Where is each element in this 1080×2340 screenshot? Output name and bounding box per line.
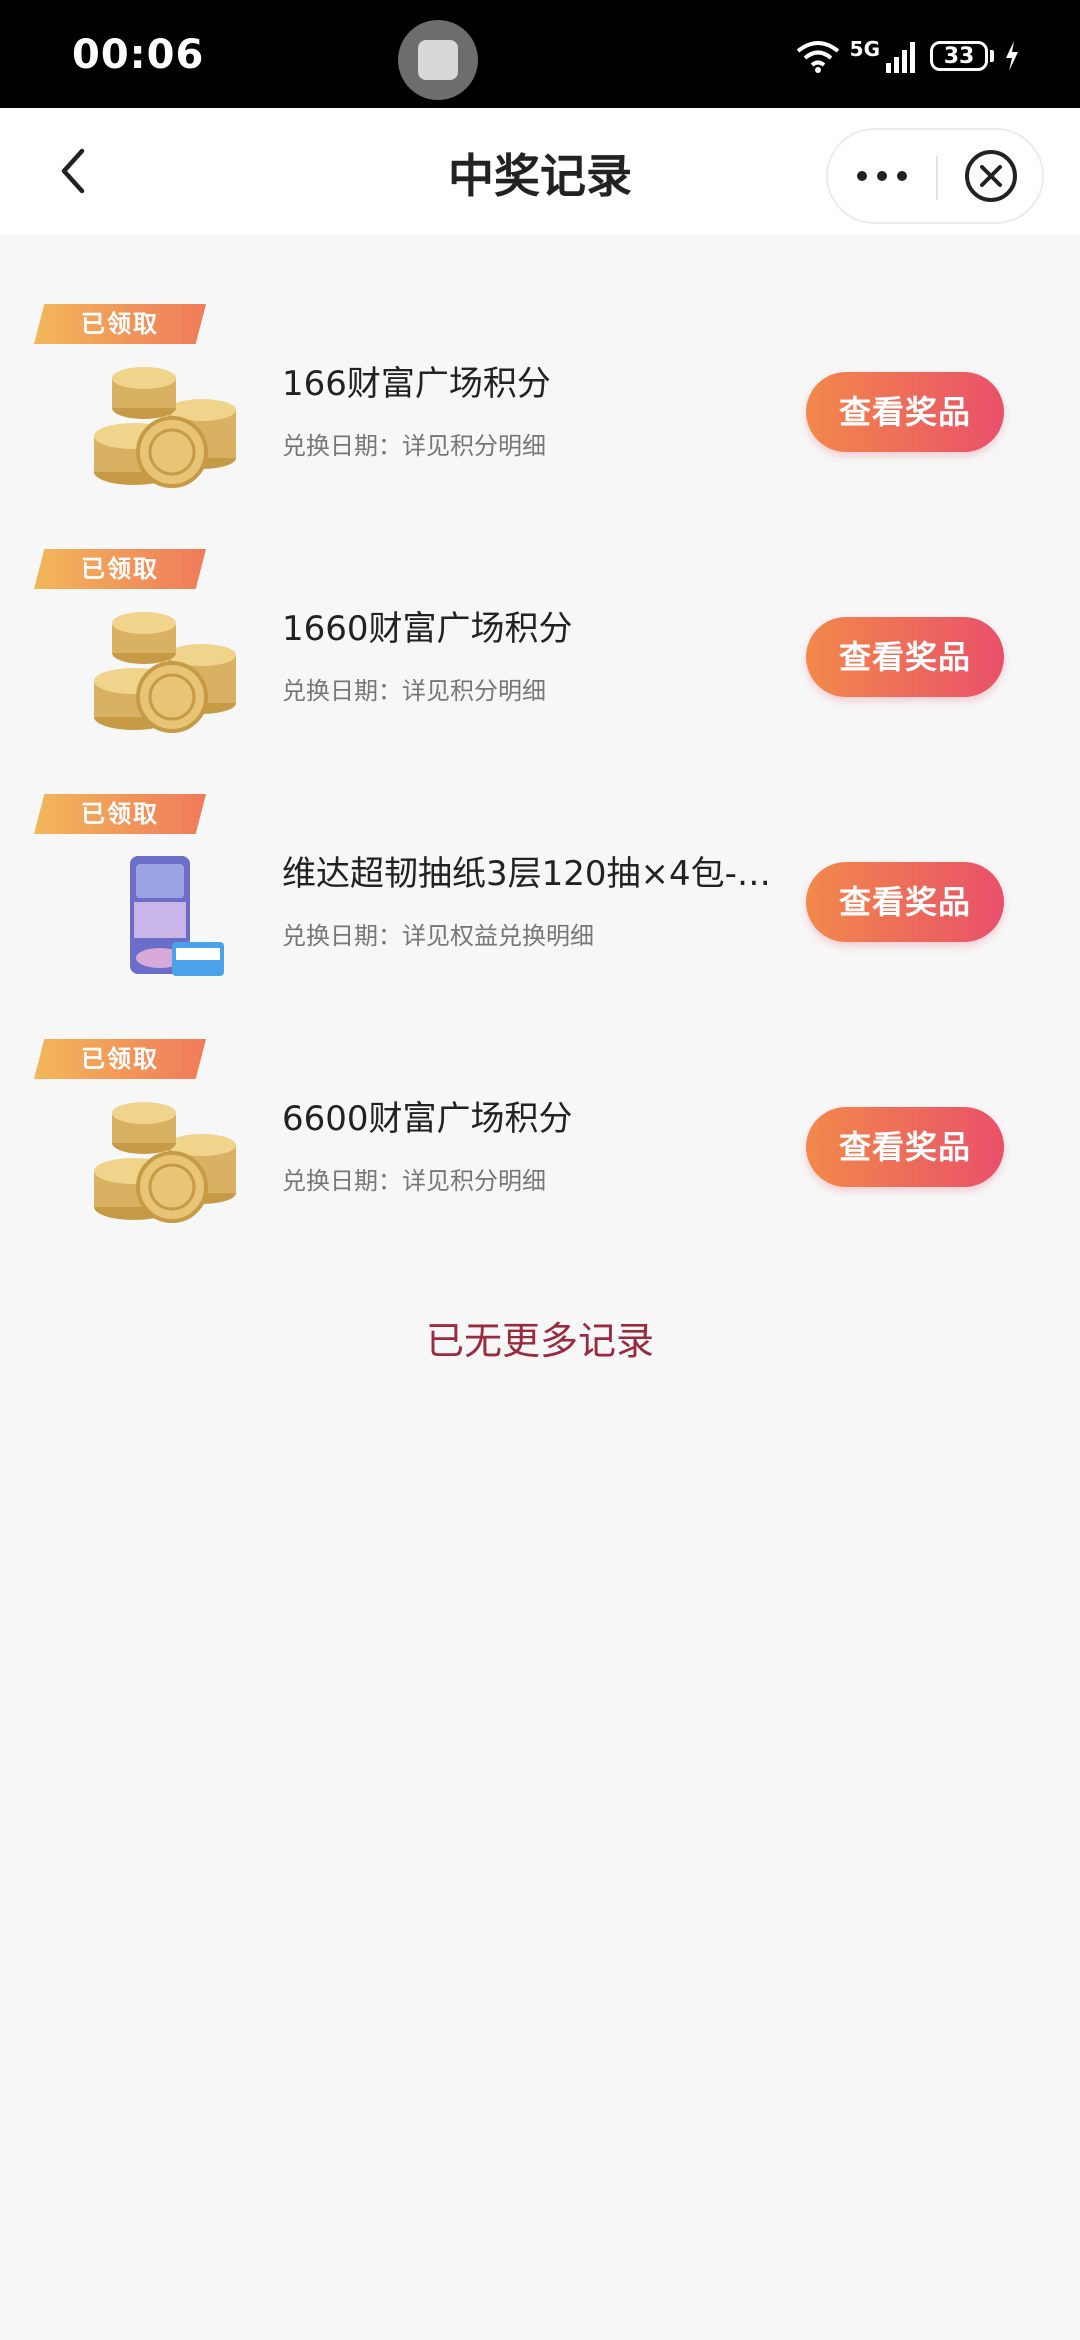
status-bar: 00:06 5G 33 bbox=[0, 0, 1080, 108]
prize-redeem-date: 兑换日期：详见权益兑换明细 bbox=[282, 922, 594, 950]
no-more-records-text: 已无更多记录 bbox=[425, 1319, 654, 1363]
status-indicators: 5G 33 bbox=[796, 36, 1020, 76]
record-item: 已领取 1660财富广场积分 兑换日期：详见积分明细 查看奖品 bbox=[0, 549, 1080, 769]
status-time: 00:06 bbox=[72, 32, 205, 78]
view-prize-button[interactable]: 查看奖品 bbox=[806, 1107, 1004, 1187]
charging-icon bbox=[1006, 41, 1018, 71]
battery-tip bbox=[990, 50, 994, 62]
claimed-badge: 已领取 bbox=[34, 549, 206, 589]
battery-level: 33 bbox=[943, 43, 975, 69]
gold-coins-image bbox=[94, 1102, 236, 1223]
claimed-badge: 已领取 bbox=[34, 1039, 206, 1079]
signal-icon bbox=[886, 42, 915, 73]
prize-redeem-date: 兑换日期：详见积分明细 bbox=[282, 677, 546, 705]
miniapp-capsule bbox=[826, 128, 1044, 224]
prize-title: 1660财富广场积分 bbox=[282, 609, 573, 649]
more-icon bbox=[857, 171, 867, 181]
prize-title: 6600财富广场积分 bbox=[282, 1099, 573, 1139]
view-prize-button[interactable]: 查看奖品 bbox=[806, 372, 1004, 452]
prize-redeem-date: 兑换日期：详见积分明细 bbox=[282, 1167, 546, 1195]
record-item: 已领取 维达超韧抽纸3层120抽×4包-券... 兑换日期：详见权益兑换明细 查… bbox=[0, 794, 1080, 1014]
prize-redeem-date: 兑换日期：详见积分明细 bbox=[282, 432, 546, 460]
claimed-badge: 已领取 bbox=[34, 794, 206, 834]
more-dot bbox=[877, 171, 887, 181]
more-button[interactable] bbox=[828, 130, 936, 222]
gold-coins-image bbox=[94, 612, 236, 733]
close-button[interactable] bbox=[938, 130, 1044, 222]
network-type: 5G bbox=[849, 37, 880, 61]
gold-coins-image bbox=[94, 367, 236, 488]
record-item: 已领取 6600财富广场积分 兑换日期：详见积分明细 查看奖品 bbox=[0, 1039, 1080, 1259]
record-item: 已领取 166财富广场积分 兑换日期：详见积分明细 查看奖品 bbox=[0, 304, 1080, 524]
prize-title: 维达超韧抽纸3层120抽×4包-券... bbox=[282, 854, 792, 894]
battery-icon: 33 bbox=[930, 41, 988, 71]
wifi-icon bbox=[796, 41, 839, 73]
prize-title: 166财富广场积分 bbox=[282, 364, 551, 404]
claimed-badge: 已领取 bbox=[34, 304, 206, 344]
floating-app-icon bbox=[398, 20, 478, 100]
more-dot bbox=[897, 171, 907, 181]
close-circle-icon bbox=[965, 150, 1017, 202]
nav-header: 中奖记录 bbox=[0, 108, 1080, 234]
view-prize-button[interactable]: 查看奖品 bbox=[806, 862, 1004, 942]
tissue-pack-image bbox=[130, 856, 224, 976]
view-prize-button[interactable]: 查看奖品 bbox=[806, 617, 1004, 697]
